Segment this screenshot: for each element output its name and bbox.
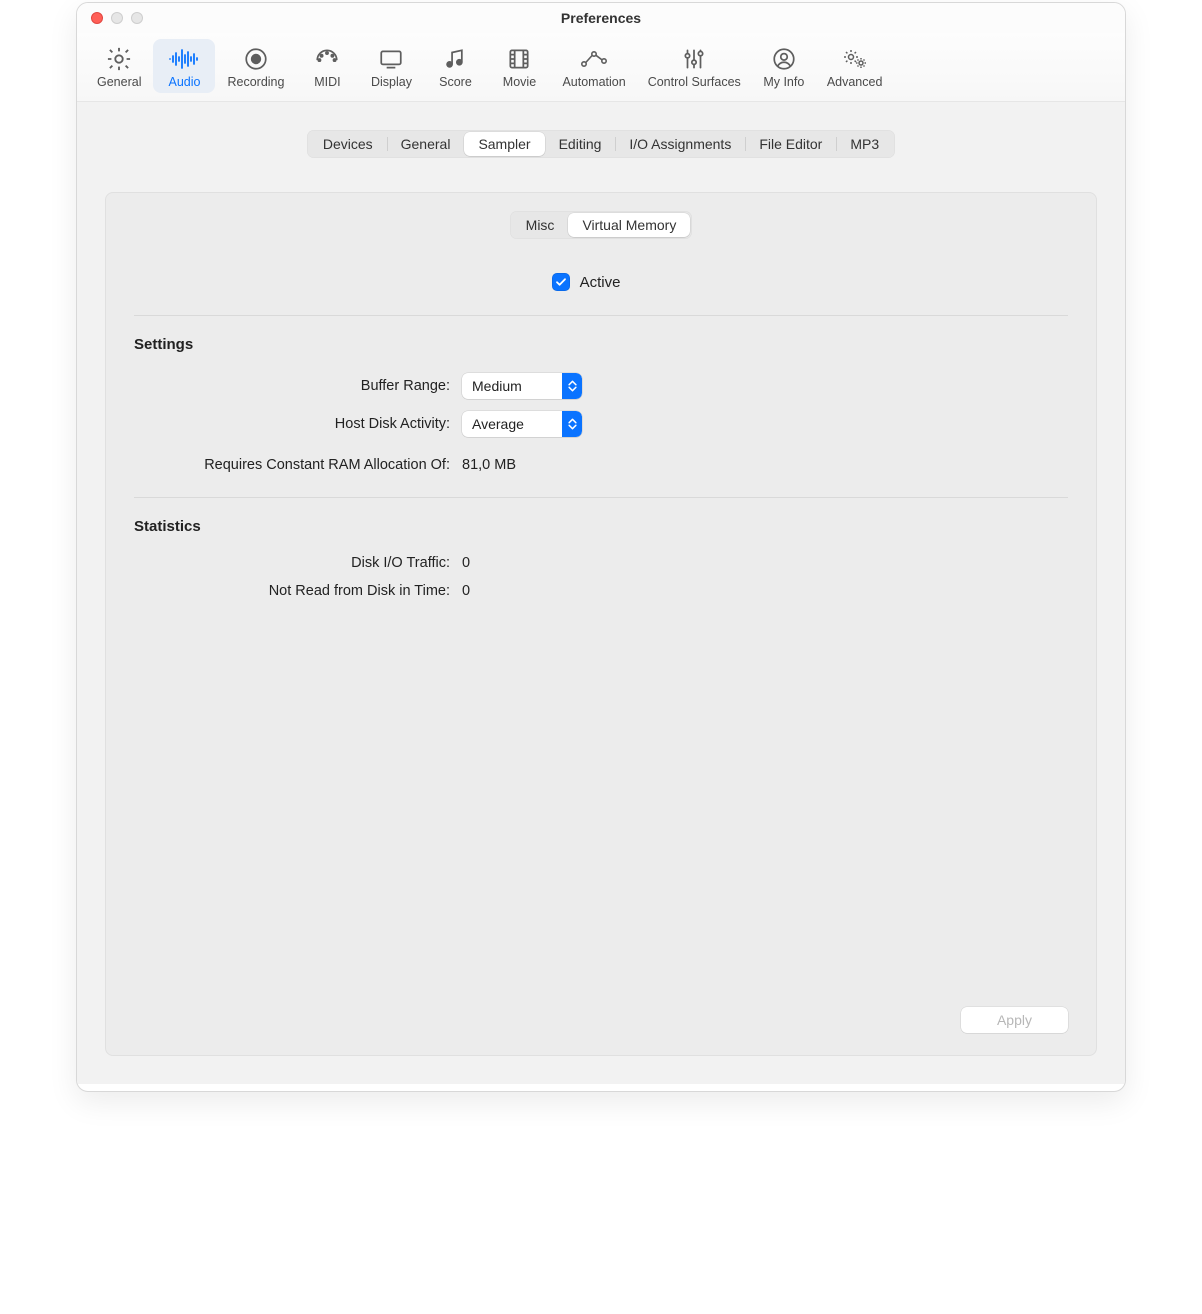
sliders-icon [677,45,711,73]
toolbar-item-label: Movie [503,75,536,89]
toolbar-item-label: Advanced [827,75,883,89]
traffic-lights [91,12,143,24]
toolbar-item-midi[interactable]: MIDI [296,39,358,93]
buffer-range-label: Buffer Range: [134,378,460,394]
divider [134,315,1068,316]
gears-icon [838,45,872,73]
audio-tabs: Devices General Sampler Editing I/O Assi… [307,130,895,158]
waveform-icon [167,45,201,73]
host-disk-label: Host Disk Activity: [134,416,460,432]
active-checkbox[interactable] [552,273,570,291]
tab-sampler[interactable]: Sampler [464,132,544,156]
toolbar-item-label: General [97,75,141,89]
host-disk-row: Host Disk Activity: Average [134,411,1068,437]
tab-io-assignments[interactable]: I/O Assignments [615,132,745,156]
toolbar-item-label: Automation [562,75,625,89]
preferences-window: Preferences General Audio Recording [76,2,1126,1092]
toolbar-item-display[interactable]: Display [360,39,422,93]
disk-io-value: 0 [460,555,470,571]
buffer-range-select[interactable]: Medium [462,373,582,399]
display-icon [374,45,408,73]
preferences-body: Devices General Sampler Editing I/O Assi… [77,102,1125,1084]
music-notes-icon [438,45,472,73]
tab-file-editor[interactable]: File Editor [745,132,836,156]
toolbar-item-label: Score [439,75,472,89]
toolbar-item-label: My Info [763,75,804,89]
not-read-value: 0 [460,583,470,599]
active-row: Active [134,273,1068,291]
stepper-arrows-icon [562,411,582,437]
toolbar-item-general[interactable]: General [87,39,151,93]
sampler-subtabs: Misc Virtual Memory [510,211,693,239]
settings-heading: Settings [134,336,1068,353]
toolbar-item-label: Recording [227,75,284,89]
sampler-panel: Misc Virtual Memory Active Settings Buff… [105,192,1097,1056]
window-title: Preferences [77,10,1125,26]
toolbar-item-movie[interactable]: Movie [488,39,550,93]
toolbar-item-recording[interactable]: Recording [217,39,294,93]
toolbar-item-label: Display [371,75,412,89]
toolbar-item-audio[interactable]: Audio [153,39,215,93]
not-read-label: Not Read from Disk in Time: [134,583,460,599]
toolbar-item-score[interactable]: Score [424,39,486,93]
toolbar: General Audio Recording MIDI Display [77,33,1125,102]
toolbar-item-label: MIDI [314,75,340,89]
host-disk-value: Average [462,413,562,435]
buffer-range-value: Medium [462,375,562,397]
toolbar-item-label: Control Surfaces [648,75,741,89]
divider [134,497,1068,498]
toolbar-item-automation[interactable]: Automation [552,39,635,93]
person-circle-icon [767,45,801,73]
host-disk-select[interactable]: Average [462,411,582,437]
check-icon [555,276,567,288]
film-icon [502,45,536,73]
zoom-window-button[interactable] [131,12,143,24]
buffer-range-row: Buffer Range: Medium [134,373,1068,399]
tab-mp3[interactable]: MP3 [836,132,893,156]
toolbar-item-control-surfaces[interactable]: Control Surfaces [638,39,751,93]
disk-io-label: Disk I/O Traffic: [134,555,460,571]
record-icon [239,45,273,73]
toolbar-item-my-info[interactable]: My Info [753,39,815,93]
minimize-window-button[interactable] [111,12,123,24]
stepper-arrows-icon [562,373,582,399]
apply-button[interactable]: Apply [961,1007,1068,1033]
statistics-heading: Statistics [134,518,1068,535]
toolbar-item-advanced[interactable]: Advanced [817,39,893,93]
titlebar: Preferences [77,3,1125,33]
gear-icon [102,45,136,73]
automation-icon [577,45,611,73]
tab-general[interactable]: General [387,132,465,156]
ram-label: Requires Constant RAM Allocation Of: [134,457,460,473]
tab-devices[interactable]: Devices [309,132,387,156]
disk-io-row: Disk I/O Traffic: 0 [134,555,1068,571]
subtab-virtual-memory[interactable]: Virtual Memory [568,213,690,237]
close-window-button[interactable] [91,12,103,24]
tab-editing[interactable]: Editing [545,132,616,156]
not-read-row: Not Read from Disk in Time: 0 [134,583,1068,599]
apply-label: Apply [997,1012,1032,1028]
midi-icon [310,45,344,73]
toolbar-item-label: Audio [168,75,200,89]
active-label: Active [580,274,621,291]
ram-value: 81,0 MB [460,457,516,473]
subtab-misc[interactable]: Misc [512,213,569,237]
ram-row: Requires Constant RAM Allocation Of: 81,… [134,457,1068,473]
